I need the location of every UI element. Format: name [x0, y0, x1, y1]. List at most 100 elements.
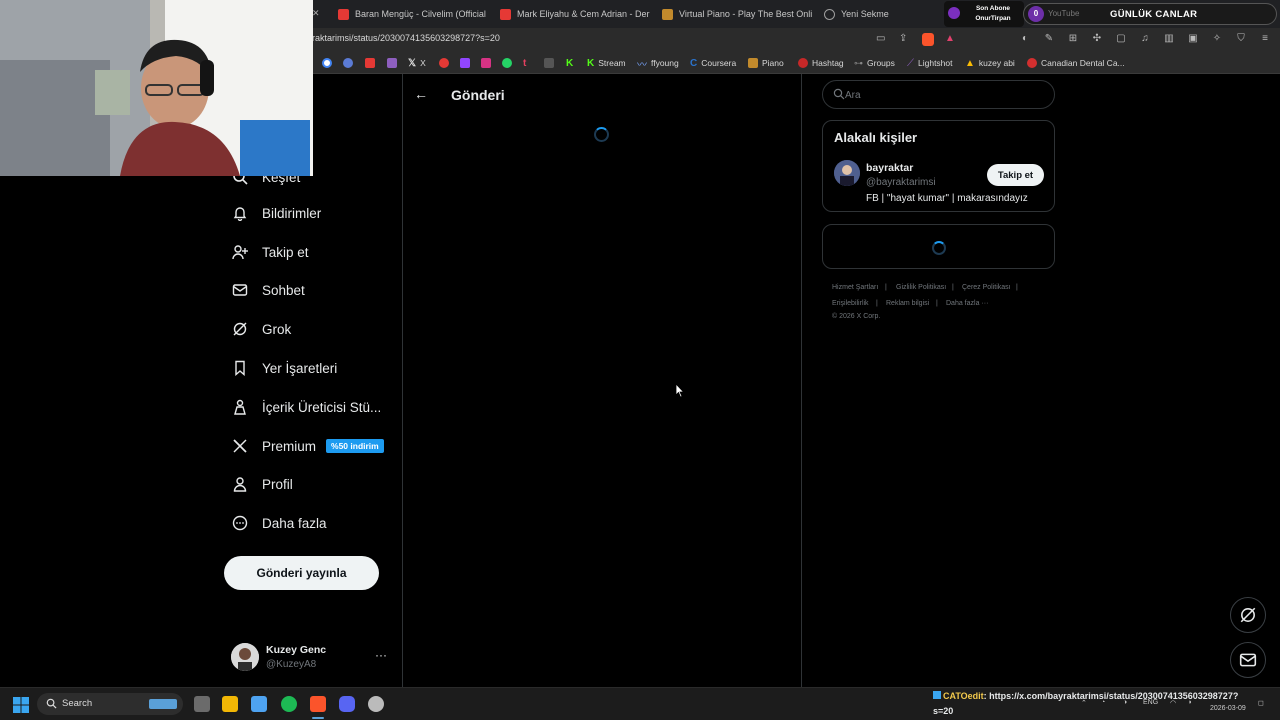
- bookmark-coursera[interactable]: C Coursera: [690, 57, 736, 69]
- network-icon[interactable]: ◔: [1101, 699, 1105, 706]
- notification-icon[interactable]: ◻: [1258, 699, 1264, 707]
- maple-leaf-icon: [1027, 58, 1037, 68]
- brave-shield-icon[interactable]: [922, 33, 934, 46]
- bookmark-kuzey-abi[interactable]: ▲ kuzey abi: [965, 57, 1015, 69]
- footer-separator: |: [936, 300, 938, 307]
- volume-icon[interactable]: ◑: [1123, 699, 1127, 706]
- chevron-up-icon[interactable]: ⌃: [1081, 699, 1087, 707]
- youtube-music-icon: [439, 58, 449, 68]
- bookmark-canadian-dental[interactable]: Canadian Dental Ca...: [1027, 57, 1125, 69]
- browser-tab[interactable]: Mark Eliyahu & Cem Adrian - Derinle: [490, 0, 650, 28]
- pen-icon[interactable]: ✎: [1042, 32, 1056, 46]
- bookmark-lightshot[interactable]: ⟋ Lightshot: [907, 57, 953, 69]
- bookmark-item[interactable]: [481, 57, 491, 69]
- speaker-icon[interactable]: ◗: [1188, 699, 1192, 706]
- sidebar-item-bookmarks[interactable]: Yer İşaretleri: [232, 356, 337, 380]
- photos-icon[interactable]: [251, 696, 267, 712]
- footer-link-terms[interactable]: Hizmet Şartları: [832, 284, 878, 291]
- sidebar-item-more[interactable]: Daha fazla: [232, 511, 327, 535]
- extensions-icon[interactable]: ✣: [1090, 32, 1104, 46]
- browser-tab[interactable]: Yeni Sekme: [814, 0, 934, 28]
- bookmark-item[interactable]: t: [523, 57, 526, 69]
- sidebar-item-creator-studio[interactable]: İçerik Üreticisi Stü...: [232, 395, 381, 419]
- sidebar-item-notifications[interactable]: Bildirimler: [232, 201, 321, 225]
- browser-tab[interactable]: Virtual Piano - Play The Best Online P: [652, 0, 812, 28]
- obs-icon[interactable]: [368, 696, 384, 712]
- bookmark-item[interactable]: [544, 57, 554, 69]
- language-indicator[interactable]: ENG: [1143, 699, 1158, 706]
- messages-float-button[interactable]: [1230, 642, 1266, 678]
- menu-icon[interactable]: ≡: [1258, 32, 1272, 46]
- account-switcher[interactable]: Kuzey Genc @KuzeyA8 ···: [231, 642, 391, 672]
- sidebar-item-chat[interactable]: Sohbet: [232, 278, 305, 302]
- webcam-overlay: [0, 0, 313, 176]
- bookmark-google[interactable]: [322, 57, 332, 69]
- person-avatar[interactable]: [834, 160, 860, 186]
- footer-copyright: © 2026 X Corp.: [832, 313, 881, 320]
- feather-icon: ⟋: [907, 57, 914, 69]
- share-icon[interactable]: ⇪: [899, 33, 907, 44]
- footer-link-more[interactable]: Daha fazla ···: [946, 300, 988, 307]
- leo-icon[interactable]: ◐: [1018, 32, 1032, 46]
- ai-icon[interactable]: ✧: [1210, 32, 1224, 46]
- more-icon[interactable]: ···: [375, 648, 387, 662]
- person-handle[interactable]: @bayraktarimsi: [866, 177, 936, 188]
- footer-link-ad-info[interactable]: Reklam bilgisi: [886, 300, 929, 307]
- bookmark-hashtag[interactable]: Hashtag: [798, 57, 844, 69]
- sidebar-item-follow[interactable]: Takip et: [232, 240, 309, 264]
- screen-share-icon[interactable]: ▭: [876, 33, 885, 44]
- footer-link-cookies[interactable]: Çerez Politikası: [962, 284, 1011, 291]
- search-box[interactable]: [822, 80, 1055, 109]
- file-explorer-icon[interactable]: [222, 696, 238, 712]
- bookmark-stream[interactable]: K Stream: [587, 57, 626, 69]
- windows-start-icon[interactable]: [13, 697, 29, 713]
- bookmark-item[interactable]: [365, 57, 375, 69]
- search-input[interactable]: [845, 87, 1045, 103]
- sidebar-item-premium[interactable]: Premium %50 indirim: [232, 434, 384, 458]
- music-icon[interactable]: ♫: [1138, 32, 1152, 46]
- sidebar-item-label: Profil: [262, 476, 293, 492]
- active-app-indicator: [312, 717, 324, 719]
- person-name[interactable]: bayraktar: [866, 162, 913, 174]
- bookmark-x[interactable]: 𝕏X: [408, 57, 426, 69]
- translate-icon[interactable]: ⊞: [1066, 32, 1080, 46]
- footer-link-accessibility[interactable]: Erişilebilirlik: [832, 300, 869, 307]
- brave-icon[interactable]: [310, 696, 326, 712]
- x-logo-icon: [232, 438, 248, 454]
- wifi-icon[interactable]: ◠: [1170, 699, 1176, 707]
- bookmark-item[interactable]: [502, 57, 512, 69]
- sidebar-item-grok[interactable]: Grok: [232, 317, 291, 341]
- url-field[interactable]: raktarimsi/status/2030074135603298727?s=…: [312, 33, 500, 43]
- sidebar-icon[interactable]: ▥: [1162, 32, 1176, 46]
- sidebar-item-profile[interactable]: Profil: [232, 472, 293, 496]
- post-button[interactable]: Gönderi yayınla: [224, 556, 379, 590]
- discord-icon[interactable]: [339, 696, 355, 712]
- bookmark-item[interactable]: [343, 57, 353, 69]
- window-icon[interactable]: ▢: [1114, 32, 1128, 46]
- kick-icon: K: [587, 57, 595, 69]
- grok-float-button[interactable]: [1230, 597, 1266, 633]
- task-view-icon[interactable]: [194, 696, 210, 712]
- envelope-icon: [232, 282, 248, 298]
- spotify-icon[interactable]: [281, 696, 297, 712]
- bookmark-ffyoung[interactable]: 〰 ffyoung: [637, 57, 679, 71]
- footer-link-privacy[interactable]: Gizlilik Politikası: [896, 284, 946, 291]
- back-arrow-icon[interactable]: ←: [414, 86, 428, 102]
- bookmark-icon: [232, 360, 248, 376]
- person-add-icon: [232, 244, 248, 260]
- bookmark-piano[interactable]: Piano: [748, 57, 784, 69]
- vpn-icon[interactable]: ⛉: [1234, 32, 1248, 46]
- bookmark-item[interactable]: [387, 57, 397, 69]
- bookmark-item[interactable]: K: [566, 57, 573, 69]
- follow-button[interactable]: Takip et: [987, 164, 1044, 186]
- browser-tab[interactable]: Baran Mengüç - Cilvelim (Official Vid: [328, 0, 488, 28]
- bookmark-groups[interactable]: ⊶ Groups: [854, 57, 895, 69]
- brave-rewards-icon[interactable]: ▲: [945, 33, 955, 44]
- taskbar-date[interactable]: 2026-03-09: [1210, 705, 1246, 712]
- bookmark-item[interactable]: [460, 57, 470, 69]
- drive-icon: ▲: [965, 57, 975, 69]
- wallet-icon[interactable]: ▣: [1186, 32, 1200, 46]
- tab-close-icon[interactable]: ✕: [312, 8, 320, 19]
- bookmark-item[interactable]: [439, 57, 449, 69]
- taskbar-search[interactable]: Search: [37, 693, 183, 715]
